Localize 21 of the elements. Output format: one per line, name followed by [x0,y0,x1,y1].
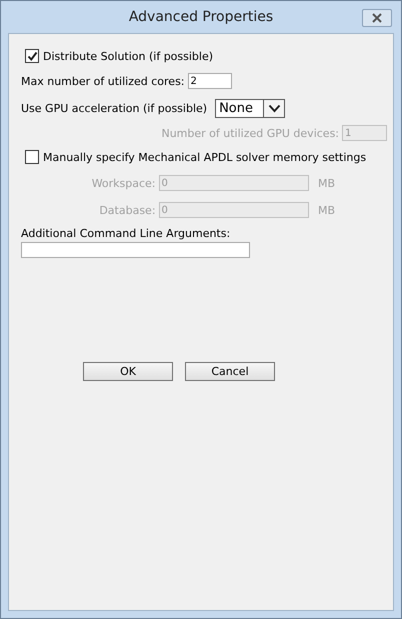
unit-label: MB [318,204,335,216]
dialog-button[interactable]: Cancel [185,362,275,381]
chevron-down-icon [268,104,281,113]
field-label: Use GPU acceleration (if possible) [21,102,208,115]
unit-label: MB [318,176,335,190]
window-title: Advanced Properties [128,9,274,25]
dropdown[interactable]: None [215,99,286,118]
field-label: Workspace: [90,176,156,190]
input-field[interactable]: 2 [188,73,232,89]
field-label: Database: [98,204,156,216]
field-label: Number of utilized GPU devices: [161,126,339,140]
field-label: Additional Command Line Arguments: [21,227,230,240]
close-button[interactable] [362,9,392,27]
checkbox-label: Manually specify Mechanical APDL solver memory settings [43,150,366,164]
checkbox[interactable] [25,49,39,63]
field-label: Max number of utilized cores: [21,74,185,88]
close-icon [371,13,383,23]
dialog-button[interactable]: OK [83,362,173,381]
checkbox-label: Distribute Solution (if possible) [43,50,214,62]
checkbox[interactable] [25,150,39,164]
input-field[interactable] [21,242,250,258]
